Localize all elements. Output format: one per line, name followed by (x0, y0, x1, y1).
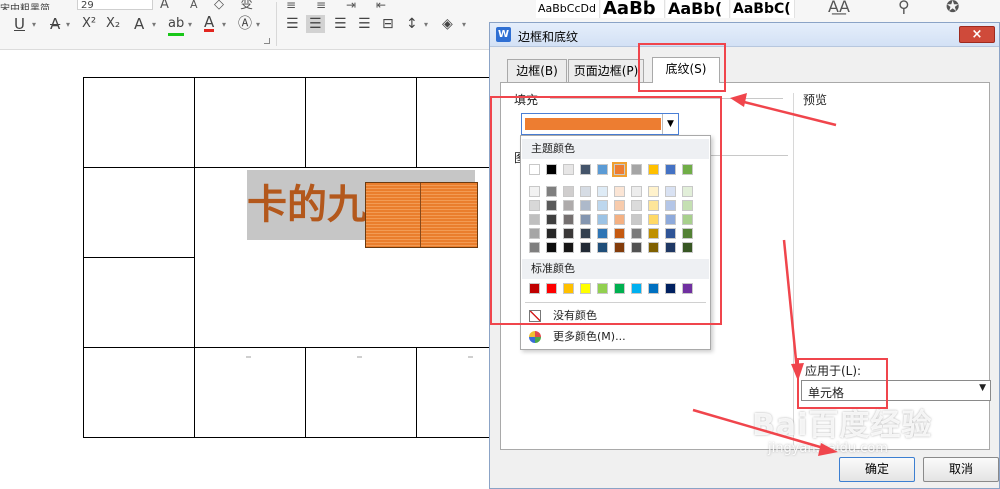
text-effect-dropdown-icon[interactable]: ▾ (152, 20, 156, 29)
shrink-font-button[interactable]: A (190, 0, 198, 10)
table-cell[interactable] (305, 347, 417, 438)
cell-marker (357, 356, 362, 358)
table-cell[interactable] (194, 77, 306, 168)
style-heading1[interactable]: AaBb (601, 0, 665, 18)
grow-font-button[interactable]: A (160, 0, 169, 11)
table-cell[interactable] (83, 167, 195, 258)
ok-button[interactable]: 确定 (839, 457, 915, 482)
superscript-button[interactable]: X² (82, 15, 96, 33)
highlight-color-palette (490, 96, 722, 325)
highlight-button[interactable]: ab (168, 15, 185, 36)
align-left-icon[interactable]: ☰ (286, 15, 299, 33)
clear-format-button[interactable]: ◇ (214, 0, 224, 11)
style-heading3[interactable]: AaBbC( (731, 0, 795, 18)
document-table (83, 77, 497, 438)
list-icon[interactable]: ≡ (286, 0, 296, 11)
table-cell[interactable] (305, 77, 417, 168)
line-spacing-icon[interactable]: ↕ (406, 15, 418, 33)
char-border-icon[interactable]: Ⓐ (238, 15, 252, 33)
table-cell[interactable] (194, 347, 306, 438)
font-color-button[interactable]: A (204, 15, 215, 32)
close-button[interactable]: × (959, 26, 995, 43)
font-dialog-launcher-icon[interactable] (264, 38, 270, 44)
indent-icon[interactable]: ⇥ (346, 0, 356, 11)
dialog-title: 边框和底纹 (518, 30, 579, 44)
style-normal[interactable]: AaBbCcDd (536, 0, 600, 18)
cell-marker (468, 356, 473, 358)
align-center-icon[interactable]: ☰ (306, 15, 325, 33)
strikethrough-button[interactable]: A (50, 15, 60, 33)
shading-dropdown-icon[interactable]: ▾ (462, 20, 466, 29)
tool-icon[interactable]: ⚲ (898, 0, 910, 15)
preview-cell-divider (420, 183, 421, 247)
font-name-select[interactable]: 宋中粗黑简 (0, 0, 72, 10)
text-effect-button[interactable]: A (134, 15, 144, 33)
color-palette-icon (529, 331, 541, 343)
style-heading2[interactable]: AaBb( (666, 0, 730, 18)
highlight-shading-tab (638, 43, 726, 92)
subscript-button[interactable]: X₂ (106, 15, 120, 33)
watermark-url: jingyan.baidu.com (768, 441, 888, 456)
shading-icon[interactable]: ◈ (442, 15, 453, 33)
preview-shading-box (365, 182, 478, 248)
preview-label: 预览 (803, 93, 828, 107)
font-color-dropdown-icon[interactable]: ▾ (222, 20, 226, 29)
text-effects-icon[interactable]: A͟A (828, 0, 850, 15)
outdent-icon[interactable]: ⇤ (376, 0, 386, 11)
line-spacing-dropdown-icon[interactable]: ▾ (424, 20, 428, 29)
underline-button[interactable]: U (14, 15, 25, 33)
table-cell[interactable] (83, 347, 195, 438)
highlight-apply-to (797, 358, 888, 409)
tab-borders[interactable]: 边框(B) (507, 59, 567, 83)
tab-page-borders[interactable]: 页面边框(P) (568, 59, 644, 83)
chevron-down-icon[interactable]: ▼ (979, 383, 986, 393)
cell-marker (246, 356, 251, 358)
table-cell[interactable] (416, 77, 497, 168)
table-cell[interactable] (83, 77, 195, 168)
numbered-list-icon[interactable]: ≡ (316, 0, 326, 11)
more-colors-option[interactable]: 更多颜色(M)... (553, 329, 626, 345)
justify-icon[interactable]: ☰ (358, 15, 371, 33)
underline-dropdown-icon[interactable]: ▾ (32, 20, 36, 29)
table-cell[interactable] (416, 347, 497, 438)
cancel-button[interactable]: 取消 (923, 457, 999, 482)
strike-dropdown-icon[interactable]: ▾ (66, 20, 70, 29)
dialog-title-bar[interactable]: W 边框和底纹 × (490, 23, 999, 47)
ribbon-separator (276, 2, 277, 46)
font-size-select[interactable]: 29 (77, 0, 153, 11)
idea-icon[interactable]: ✪ (946, 0, 959, 15)
table-cell[interactable] (83, 257, 195, 348)
distributed-icon[interactable]: ⊟ (382, 15, 394, 33)
align-right-icon[interactable]: ☰ (334, 15, 347, 33)
char-border-dropdown-icon[interactable]: ▾ (256, 20, 260, 29)
highlight-dropdown-icon[interactable]: ▾ (188, 20, 192, 29)
app-logo-icon: W (496, 27, 511, 42)
phonetic-guide-button[interactable]: 变 (240, 0, 253, 11)
